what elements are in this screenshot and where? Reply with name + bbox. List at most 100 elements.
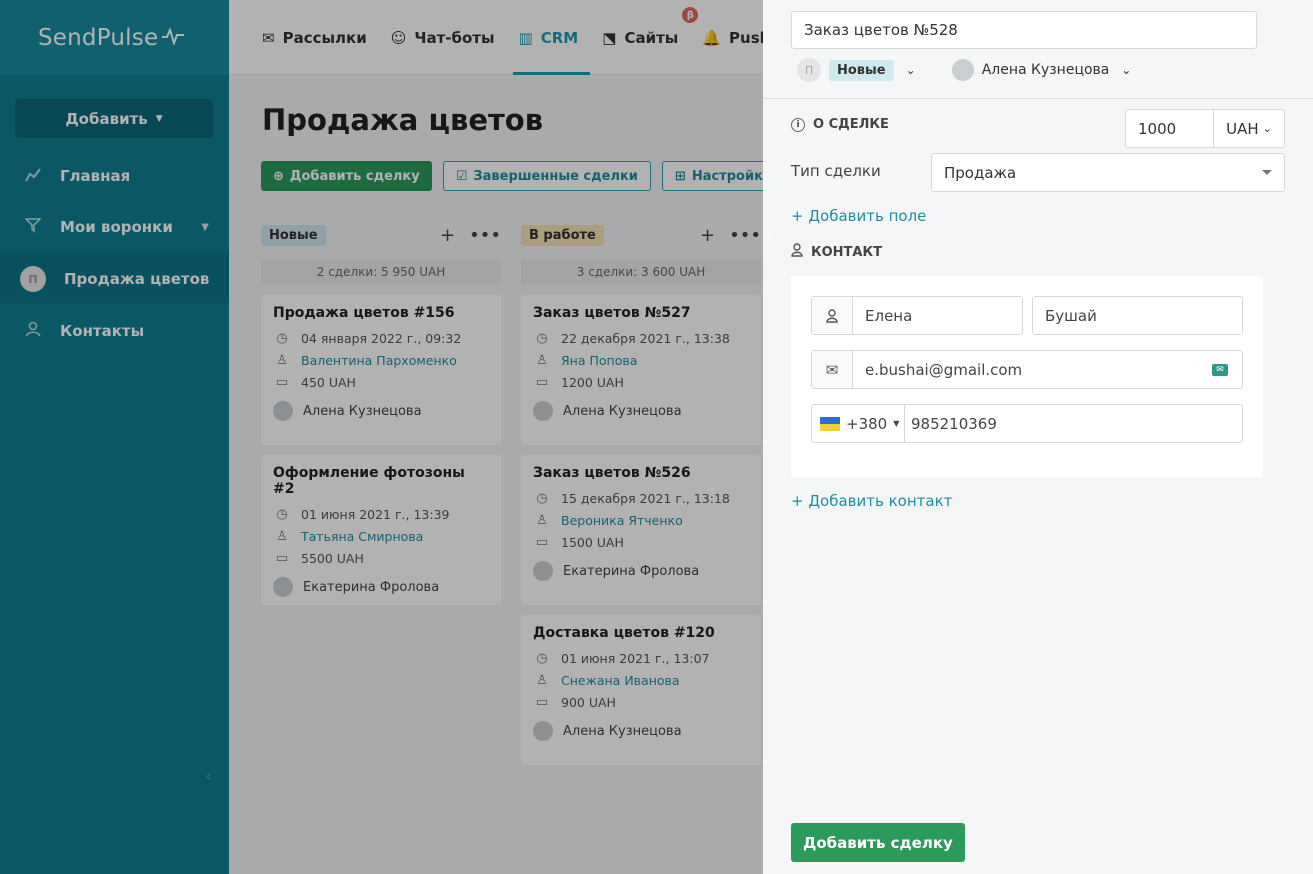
currency-select[interactable]: UAH ⌄ bbox=[1214, 110, 1284, 147]
section-label: О СДЕЛКЕ bbox=[813, 117, 889, 132]
amount-field: 1000 UAH ⌄ bbox=[1125, 109, 1285, 148]
person-icon: ♙ bbox=[276, 352, 288, 368]
add-deal-button[interactable]: ⊕ Добавить сделку bbox=[261, 161, 432, 191]
stage-select[interactable]: Новые bbox=[829, 59, 894, 81]
more-icon[interactable]: ••• bbox=[729, 225, 761, 246]
deal-title: Заказ цветов №526 bbox=[533, 465, 691, 481]
wallet-icon: ▭ bbox=[535, 534, 549, 550]
chevron-down-icon: ⌄ bbox=[1262, 122, 1272, 135]
submit-add-deal-button[interactable]: Добавить сделку bbox=[791, 823, 965, 862]
sidebar-item-funnels[interactable]: Мои воронки ▼ bbox=[0, 203, 229, 251]
funnel-icon bbox=[24, 217, 42, 237]
deal-card[interactable]: Доставка цветов #120 ◷ 01 июня 2021 г., 1… bbox=[521, 615, 761, 765]
wallet-icon: ▭ bbox=[275, 374, 289, 390]
currency-value: UAH bbox=[1226, 119, 1259, 138]
deal-owner: Алена Кузнецова bbox=[303, 403, 422, 419]
completed-deals-button[interactable]: ☑ Завершенные сделки bbox=[442, 161, 651, 191]
wallet-icon: ▭ bbox=[535, 694, 549, 710]
country-code-select[interactable]: +380 ▼ bbox=[812, 405, 905, 442]
deal-contact[interactable]: Снежана Иванова bbox=[561, 673, 680, 688]
amount-input[interactable]: 1000 bbox=[1126, 110, 1214, 147]
deal-owner: Алена Кузнецова bbox=[563, 723, 682, 739]
column-summary: 3 сделки: 3 600 UAH bbox=[521, 259, 761, 285]
phone-value: 985210369 bbox=[911, 414, 997, 433]
sidebar-item-label: Мои воронки bbox=[60, 218, 173, 236]
about-deal-heading: i О СДЕЛКЕ bbox=[791, 117, 889, 132]
tab-campaigns[interactable]: ✉ Рассылки bbox=[262, 0, 379, 75]
section-label: КОНТАКТ bbox=[811, 244, 882, 260]
sidebar-item-label: Продажа цветов bbox=[64, 270, 210, 288]
deal-card[interactable]: Оформление фотозоны #2 ◷ 01 июня 2021 г.,… bbox=[261, 455, 501, 605]
caret-down-icon: ▼ bbox=[155, 113, 163, 124]
deal-date: 04 января 2022 г., 09:32 bbox=[301, 330, 462, 346]
sidebar-item-contacts[interactable]: Контакты bbox=[0, 307, 229, 355]
add-icon[interactable]: + bbox=[440, 225, 455, 246]
funnel-avatar: П bbox=[20, 266, 46, 292]
deal-card[interactable]: Заказ цветов №526 ◷ 15 декабря 2021 г., 1… bbox=[521, 455, 761, 605]
clock-icon: ◷ bbox=[276, 330, 288, 346]
sidebar-item-flower-sales[interactable]: П Продажа цветов bbox=[0, 255, 229, 303]
email-field[interactable]: ✉ e.bushai@gmail.com ✉ bbox=[811, 350, 1243, 389]
first-name-field[interactable]: Елена bbox=[811, 296, 1023, 335]
caret-down-icon: ▼ bbox=[201, 221, 209, 233]
sidebar-item-label: Главная bbox=[60, 167, 131, 185]
tab-crm[interactable]: ▥ CRM bbox=[512, 0, 591, 75]
page-title: Продажа цветов bbox=[262, 103, 544, 137]
avatar bbox=[533, 401, 553, 421]
pulse-icon bbox=[162, 26, 185, 50]
sidebar-item-home[interactable]: Главная bbox=[0, 152, 229, 200]
envelope-icon: ✉ bbox=[262, 28, 275, 47]
collapse-sidebar-icon[interactable]: ‹ bbox=[205, 766, 212, 787]
add-contact-link[interactable]: + Добавить контакт bbox=[791, 492, 952, 510]
deal-type-select[interactable]: Продажа bbox=[931, 153, 1285, 192]
stage-avatar: П bbox=[797, 58, 821, 82]
logo[interactable]: SendPulse bbox=[0, 0, 229, 75]
tab-chatbots[interactable]: ☺ Чат-боты bbox=[391, 0, 507, 75]
button-label: Настройки bbox=[691, 168, 772, 184]
tab-sites[interactable]: ⬔ Сайты β bbox=[602, 0, 699, 75]
deal-side-panel: Заказ цветов №528 П Новые ⌄ Алена Кузнец… bbox=[763, 0, 1313, 874]
deal-amount: 900 UAH bbox=[561, 694, 616, 710]
sidebar-item-label: Контакты bbox=[60, 322, 145, 340]
more-icon[interactable]: ••• bbox=[469, 225, 501, 246]
wallet-icon: ▭ bbox=[535, 374, 549, 390]
add-button[interactable]: Добавить ▼ bbox=[15, 99, 213, 138]
deal-title: Продажа цветов #156 bbox=[273, 305, 455, 321]
deal-contact[interactable]: Вероника Ятченко bbox=[561, 513, 683, 528]
clock-icon: ◷ bbox=[536, 330, 548, 346]
info-icon: i bbox=[791, 117, 805, 132]
wallet-icon: ▭ bbox=[275, 550, 289, 566]
deal-contact[interactable]: Валентина Пархоменко bbox=[301, 353, 457, 368]
toolbar: ⊕ Добавить сделку ☑ Завершенные сделки ⊞… bbox=[261, 161, 785, 191]
person-icon: ♙ bbox=[536, 512, 548, 528]
deal-contact[interactable]: Татьяна Смирнова bbox=[301, 529, 423, 544]
phone-field[interactable]: +380 ▼ 985210369 bbox=[811, 404, 1243, 443]
add-icon[interactable]: + bbox=[700, 225, 715, 246]
button-label: Завершенные сделки bbox=[473, 168, 638, 184]
deal-name-input[interactable]: Заказ цветов №528 bbox=[791, 11, 1257, 49]
deal-name-value: Заказ цветов №528 bbox=[804, 21, 958, 39]
deal-card[interactable]: Продажа цветов #156 ◷ 04 января 2022 г., … bbox=[261, 295, 501, 445]
site-icon: ⬔ bbox=[602, 28, 617, 47]
chevron-down-icon[interactable]: ⌄ bbox=[1121, 63, 1131, 77]
chevron-down-icon[interactable]: ⌄ bbox=[906, 63, 916, 77]
avatar bbox=[533, 721, 553, 741]
add-field-link[interactable]: + Добавить поле bbox=[791, 207, 926, 225]
country-code-value: +380 bbox=[846, 414, 888, 433]
last-name-field[interactable]: Бушай bbox=[1032, 296, 1243, 335]
owner-select[interactable]: Алена Кузнецова bbox=[982, 62, 1110, 78]
caret-down-icon: ▼ bbox=[893, 419, 900, 428]
beta-badge: β bbox=[682, 7, 699, 23]
deal-card[interactable]: Заказ цветов №527 ◷ 22 декабря 2021 г., 1… bbox=[521, 295, 761, 445]
pipeline-column-new: Новые + ••• 2 сделки: 5 950 UAH Продажа … bbox=[261, 223, 501, 605]
ukraine-flag-icon bbox=[820, 416, 840, 431]
bell-icon: 🔔 bbox=[702, 28, 722, 47]
deal-contact[interactable]: Яна Попова bbox=[561, 353, 637, 368]
column-summary: 2 сделки: 5 950 UAH bbox=[261, 259, 501, 285]
plus-circle-icon: ⊕ bbox=[273, 168, 284, 184]
deal-date: 01 июня 2021 г., 13:39 bbox=[301, 506, 450, 522]
tab-label: Сайты bbox=[624, 28, 679, 47]
chart-icon bbox=[24, 167, 42, 186]
pipeline-column-in-progress: В работе + ••• 3 сделки: 3 600 UAH Заказ… bbox=[521, 223, 761, 765]
deal-owner: Екатерина Фролова bbox=[563, 563, 700, 579]
